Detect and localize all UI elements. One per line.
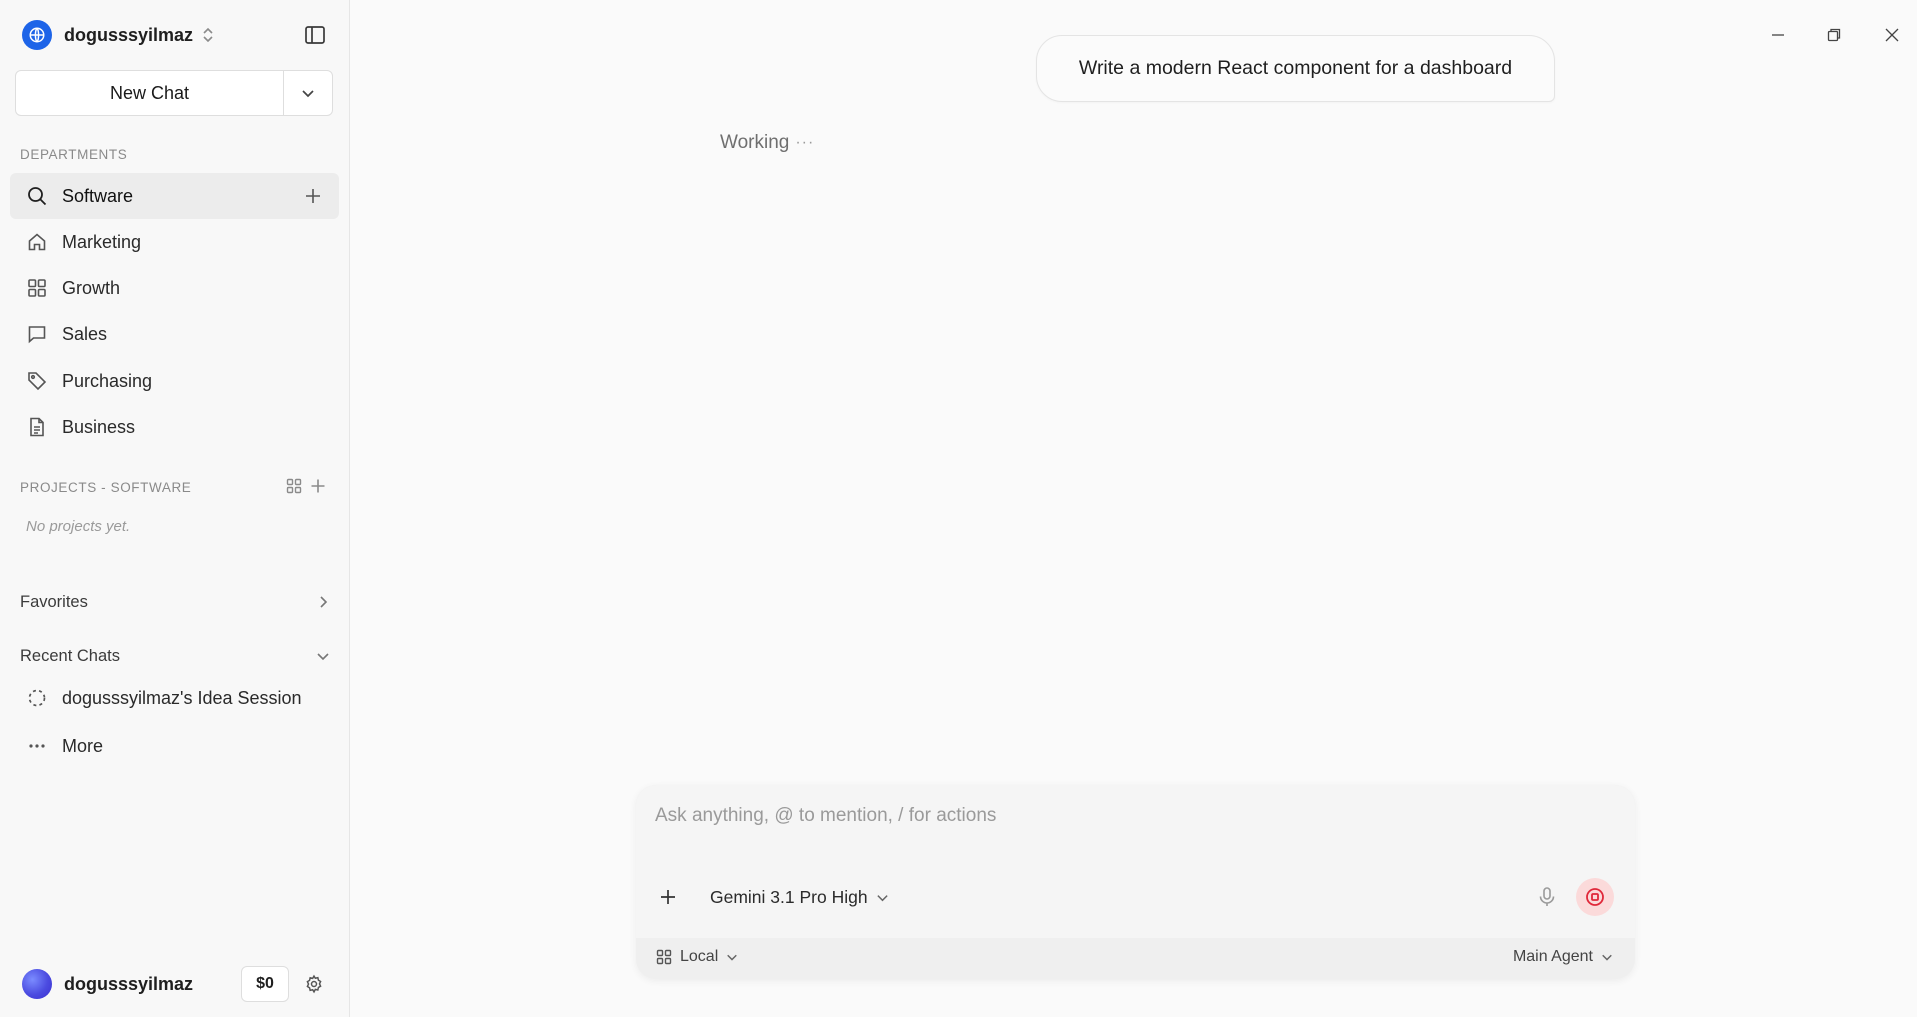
environment-selector[interactable]: Local [656, 948, 738, 966]
credit-balance-button[interactable]: $0 [241, 966, 289, 1002]
user-message-bubble: Write a modern React component for a das… [1036, 35, 1555, 102]
home-icon [26, 231, 48, 253]
workspace-switcher[interactable]: dogusssyilmaz [22, 20, 215, 50]
chevron-down-icon [1602, 954, 1612, 961]
new-chat-dropdown-button[interactable] [284, 71, 332, 115]
search-icon [26, 185, 48, 207]
gear-icon[interactable] [304, 974, 324, 994]
stop-generation-button[interactable] [1576, 878, 1614, 916]
sidebar-item-marketing[interactable]: Marketing [10, 219, 339, 265]
recent-chat-label: dogusssyilmaz's Idea Session [62, 687, 302, 708]
grid-icon [26, 277, 48, 299]
avatar[interactable] [22, 969, 52, 999]
chevron-up-down-icon [201, 26, 215, 44]
sidebar-item-label: Growth [62, 277, 121, 298]
restore-icon[interactable] [1819, 20, 1849, 50]
model-selector[interactable]: Gemini 3.1 Pro High [710, 885, 889, 909]
more-horizontal-icon [26, 735, 48, 757]
sidebar-item-label: Purchasing [62, 370, 153, 391]
new-chat-split-button: New Chat [15, 70, 333, 116]
grid-icon[interactable] [286, 478, 302, 494]
favorites-label: Favorites [20, 592, 88, 611]
typing-dots: ··· [795, 134, 815, 151]
environment-label: Local [680, 948, 719, 965]
agent-status: Working ··· [720, 132, 814, 154]
favorites-toggle[interactable]: Favorites [20, 588, 330, 616]
microphone-icon[interactable] [1534, 884, 1560, 910]
recent-chats-label: Recent Chats [20, 646, 120, 665]
recent-chats-toggle[interactable]: Recent Chats [20, 642, 330, 670]
sidebar: dogusssyilmaz New Chat DEPARTMENTS Softw… [0, 0, 350, 1017]
sidebar-item-label: Software [62, 185, 134, 206]
agent-selector[interactable]: Main Agent [1513, 948, 1613, 966]
user-footer: dogusssyilmaz $0 [22, 966, 334, 1002]
add-project-icon[interactable] [310, 478, 326, 494]
composer-footer: Local Main Agent [636, 938, 1635, 979]
loading-icon [26, 687, 48, 709]
chevron-down-icon [302, 90, 314, 98]
sidebar-item-sales[interactable]: Sales [10, 311, 339, 357]
chat-input[interactable] [655, 805, 1555, 827]
projects-actions [286, 478, 326, 494]
sidebar-item-growth[interactable]: Growth [10, 265, 339, 311]
chevron-down-icon [727, 954, 738, 961]
globe-icon [22, 20, 52, 50]
close-icon[interactable] [1877, 20, 1907, 50]
new-chat-button[interactable]: New Chat [16, 71, 284, 115]
agent-status-text: Working [720, 132, 790, 153]
departments-heading: DEPARTMENTS [20, 147, 128, 162]
stop-icon [1586, 888, 1604, 906]
grid-icon [656, 949, 672, 965]
sidebar-item-label: Sales [62, 323, 108, 344]
chevron-right-icon [316, 595, 330, 609]
sidebar-item-label: Business [62, 416, 136, 437]
user-name: dogusssyilmaz [64, 973, 194, 994]
recent-chat-item[interactable]: dogusssyilmaz's Idea Session [10, 675, 339, 721]
composer: Gemini 3.1 Pro High Local Main Agent [636, 785, 1635, 979]
more-label: More [62, 735, 104, 756]
sidebar-item-business[interactable]: Business [10, 404, 339, 450]
add-icon[interactable] [303, 186, 323, 206]
agent-label: Main Agent [1512, 948, 1593, 965]
projects-empty-text: No projects yet. [26, 518, 131, 535]
composer-body: Gemini 3.1 Pro High [636, 785, 1635, 938]
sidebar-item-software[interactable]: Software [10, 173, 339, 219]
more-chats-button[interactable]: More [10, 723, 339, 769]
chevron-down-icon [316, 649, 330, 663]
document-icon [26, 416, 48, 438]
chevron-down-icon [876, 894, 888, 901]
sidebar-item-purchasing[interactable]: Purchasing [10, 358, 339, 404]
tag-icon [26, 370, 48, 392]
model-selector-label: Gemini 3.1 Pro High [710, 886, 868, 907]
minimize-icon[interactable] [1763, 20, 1793, 50]
sidebar-toggle-icon[interactable] [302, 22, 328, 48]
sidebar-item-label: Marketing [62, 231, 142, 252]
workspace-name: dogusssyilmaz [64, 24, 194, 45]
message-icon [26, 323, 48, 345]
attach-plus-icon[interactable] [656, 885, 680, 909]
projects-heading: PROJECTS - SOFTWARE [20, 480, 192, 495]
